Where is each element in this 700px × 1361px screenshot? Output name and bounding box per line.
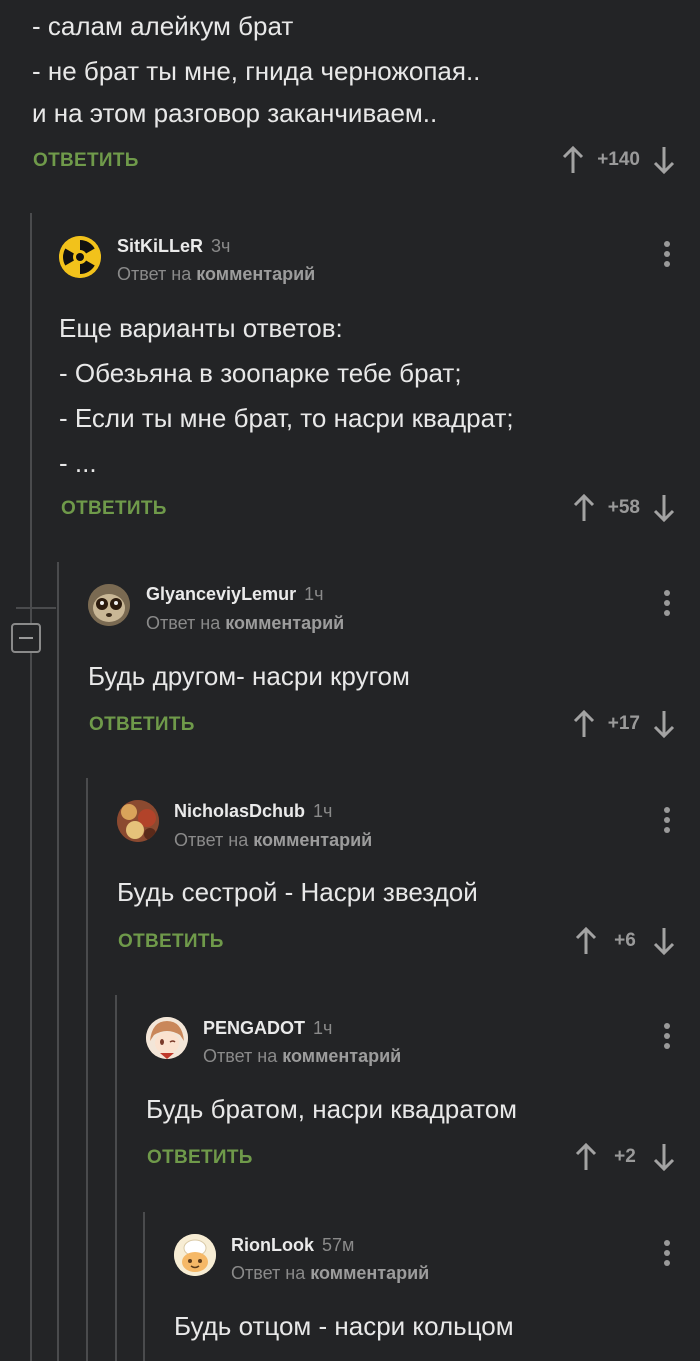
collapse-thread-button[interactable] [11,623,41,653]
reply-to-link[interactable]: комментарий [253,830,372,850]
username[interactable]: NicholasDchub 1ч [174,801,332,822]
avatar[interactable] [117,800,159,842]
thread-line [57,562,59,1361]
comment-text-line: Еще варианты ответов: [59,313,343,343]
reply-button[interactable]: ОТВЕТИТЬ [147,1147,253,1169]
comment-score: +6 [614,930,636,951]
comment-text-line: Будь сестрой - Насри звездой [117,877,478,907]
comment-text-line: Будь отцом - насри кольцом [174,1311,514,1341]
lemur-avatar-image [88,584,130,626]
comment-score: +58 [607,497,640,518]
comment-time: 1ч [313,801,333,821]
comment-text-line: - Обезьяна в зоопарке тебе брат; [59,358,462,388]
comment-time: 1ч [304,584,324,604]
vote-controls: +17 [572,706,676,742]
reply-button[interactable]: ОТВЕТИТЬ [61,498,167,520]
comment-text-line: - Если ты мне брат, то насри квадрат; [59,403,514,433]
comment-text-line: Будь другом- насри кругом [88,661,410,691]
reply-button[interactable]: ОТВЕТИТЬ [89,714,195,736]
upvote-icon[interactable] [561,145,585,175]
comment-text-line: - ... [59,448,97,478]
comment-text-line: Будь братом, насри квадратом [146,1094,518,1124]
cartoon-avatar-image [174,1234,216,1276]
upvote-icon[interactable] [572,709,596,739]
avatar[interactable] [174,1234,216,1276]
downvote-icon[interactable] [652,926,676,956]
upvote-icon[interactable] [572,493,596,523]
reply-to-link[interactable]: комментарий [225,613,344,633]
comment-text-line: и на этом разговор заканчиваем.. [32,98,438,128]
username[interactable]: SitKiLLeR 3ч [117,236,230,257]
reply-to-meta: Ответ на комментарий [231,1263,430,1283]
thread-line [143,1212,145,1361]
vote-controls: +140 [561,142,676,178]
anime-avatar-image [146,1017,188,1059]
upvote-icon[interactable] [574,926,598,956]
reply-to-meta: Ответ на комментарий [203,1046,402,1066]
comment-text-line: - салам алейкум брат [32,11,294,41]
username[interactable]: RionLook 57м [231,1235,354,1256]
comment-score: +2 [614,1146,636,1167]
reply-to-link[interactable]: комментарий [196,264,315,284]
thread-branch [16,607,56,609]
vote-controls: +2 [574,1139,676,1175]
more-options-icon[interactable] [664,807,672,833]
avatar[interactable] [146,1017,188,1059]
more-options-icon[interactable] [664,1240,672,1266]
comment-time: 3ч [211,236,231,256]
username[interactable]: GlyanceviyLemur 1ч [146,584,323,605]
downvote-icon[interactable] [652,1142,676,1172]
comment-score: +17 [607,713,640,734]
downvote-icon[interactable] [652,709,676,739]
reply-button[interactable]: ОТВЕТИТЬ [33,150,139,172]
thread-line [86,778,88,1361]
reply-to-link[interactable]: комментарий [310,1263,429,1283]
downvote-icon[interactable] [652,145,676,175]
reply-to-meta: Ответ на комментарий [146,613,345,633]
avatar[interactable] [59,236,101,278]
reply-to-link[interactable]: комментарий [282,1046,401,1066]
thread-line [30,213,32,1361]
more-options-icon[interactable] [664,1023,672,1049]
reply-to-meta: Ответ на комментарий [117,264,316,284]
comment-text-line: - не брат ты мне, гнида черножопая.. [32,56,481,86]
vote-controls: +6 [574,923,676,959]
comment-score: +140 [597,149,640,170]
comment-time: 57м [322,1235,355,1255]
more-options-icon[interactable] [664,241,672,267]
username[interactable]: PENGADOT 1ч [203,1018,332,1039]
reply-button[interactable]: ОТВЕТИТЬ [118,931,224,953]
vote-controls: +58 [572,490,676,526]
upvote-icon[interactable] [574,1142,598,1172]
comment-time: 1ч [313,1018,333,1038]
downvote-icon[interactable] [652,493,676,523]
radiation-icon [59,236,101,278]
avatar[interactable] [88,584,130,626]
more-options-icon[interactable] [664,590,672,616]
thread-line [115,995,117,1361]
user-avatar-image [117,800,159,842]
reply-to-meta: Ответ на комментарий [174,830,373,850]
